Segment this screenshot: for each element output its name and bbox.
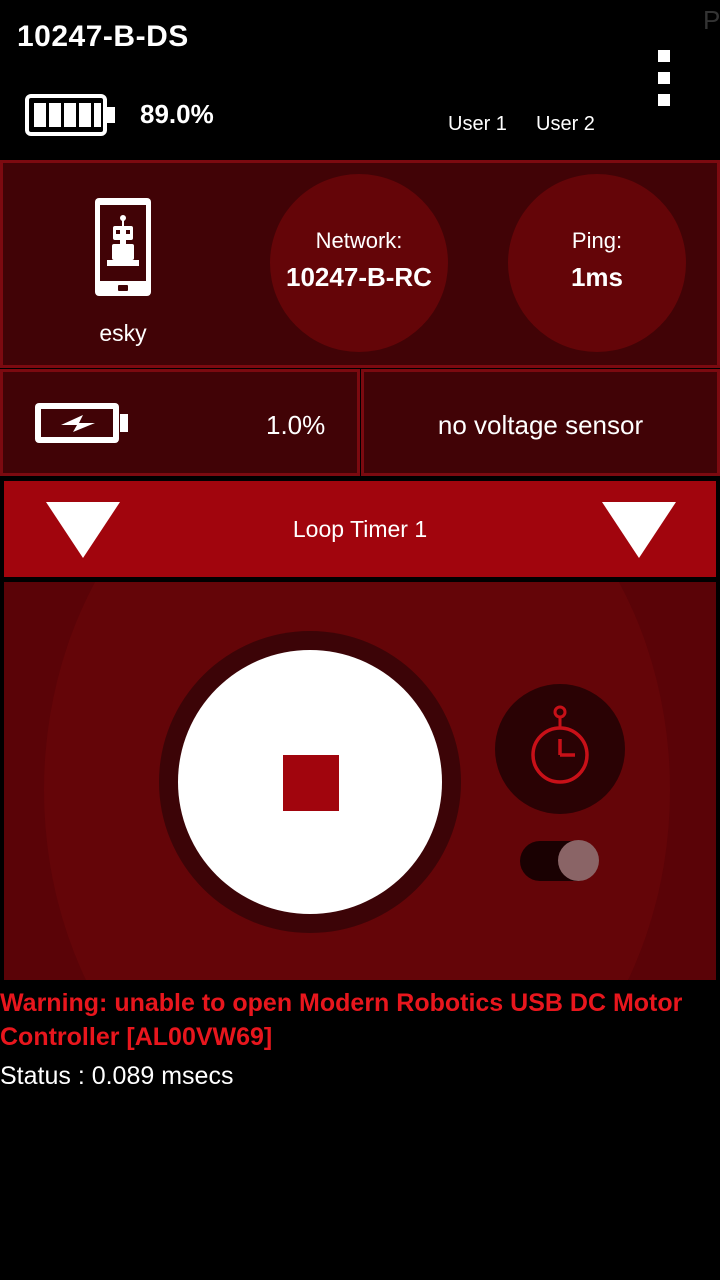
dropdown-triangle-icon[interactable] <box>602 502 676 558</box>
device-name: esky <box>99 320 147 346</box>
corner-letter: P <box>703 5 720 35</box>
network-indicator: Network: 10247-B-RC <box>270 174 448 352</box>
app-title: 10247-B-DS <box>17 20 189 53</box>
stopwatch-icon <box>531 705 589 784</box>
status-message: Status : 0.089 msecs <box>0 1062 234 1090</box>
battery-charging-icon <box>35 403 128 443</box>
stop-icon <box>283 755 339 811</box>
battery-icon <box>25 94 115 136</box>
ping-indicator: Ping: 1ms <box>508 174 686 352</box>
phone-robot-icon <box>95 198 151 296</box>
robot-battery-percent: 1.0% <box>266 410 326 440</box>
voltage-status: no voltage sensor <box>437 410 644 440</box>
network-label: Network: <box>315 228 403 253</box>
user-1-button[interactable]: User 1 <box>448 113 507 136</box>
network-value: 10247-B-RC <box>286 262 432 292</box>
battery-percent: 89.0% <box>140 99 214 129</box>
overflow-menu-icon[interactable] <box>652 48 676 112</box>
ping-label: Ping: <box>571 228 623 253</box>
user-2-button[interactable]: User 2 <box>536 113 595 136</box>
timer-toggle-knob[interactable] <box>558 840 599 881</box>
ping-value: 1ms <box>570 262 624 292</box>
warning-message: Warning: unable to open Modern Robotics … <box>0 989 683 1051</box>
